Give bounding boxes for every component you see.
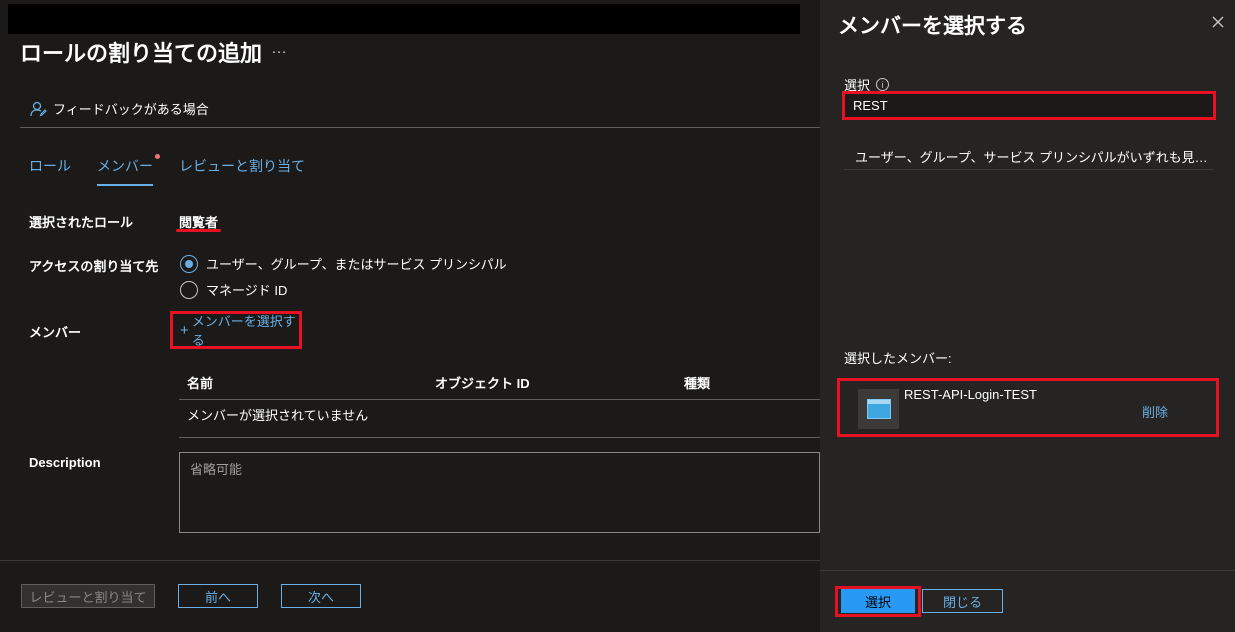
grid-bottom-divider	[179, 437, 820, 438]
feedback-person-icon	[30, 101, 47, 116]
description-label: Description	[29, 455, 101, 470]
redacted-breadcrumb	[8, 4, 800, 34]
radio-user-group-sp[interactable]: ユーザー、グループ、またはサービス プリンシパル	[180, 254, 507, 273]
tab-role[interactable]: ロール	[29, 156, 71, 186]
radio-managed-id-label: マネージド ID	[206, 283, 288, 298]
app-registration-icon	[858, 389, 899, 429]
radio-user-group-sp-label: ユーザー、グループ、またはサービス プリンシパル	[206, 257, 507, 272]
header-divider	[20, 127, 820, 128]
grid-header-name[interactable]: 名前	[187, 373, 213, 392]
tab-members-label: メンバー	[97, 158, 153, 174]
page-title: ロールの割り当ての追加	[20, 41, 263, 66]
required-dot-icon	[155, 154, 160, 159]
radio-checked-icon	[180, 254, 198, 273]
panel-title: メンバーを選択する	[838, 15, 1027, 38]
no-result-message: ユーザー、グループ、サービス プリンシパルがいずれも見つかりませんでした。	[855, 150, 1213, 165]
selected-member-name: REST-API-Login-TEST	[904, 387, 1037, 402]
select-members-button[interactable]: + メンバーを選択する	[170, 311, 302, 349]
next-button[interactable]: 次へ	[281, 584, 361, 608]
role-highlight-underline	[176, 229, 221, 232]
tab-review-assign[interactable]: レビューと割り当て	[179, 156, 305, 186]
select-button[interactable]: 選択	[841, 589, 915, 613]
result-divider	[844, 169, 1214, 170]
tab-bar: ロール メンバー レビューと割り当て	[29, 154, 305, 186]
tab-members[interactable]: メンバー	[97, 154, 160, 186]
grid-header-divider	[179, 399, 820, 400]
radio-unchecked-icon	[180, 280, 198, 299]
selected-members-label: 選択したメンバー:	[844, 351, 952, 366]
previous-button[interactable]: 前へ	[178, 584, 258, 608]
info-icon[interactable]: i	[876, 78, 890, 91]
grid-header-object-id[interactable]: オブジェクト ID	[435, 373, 530, 392]
description-textarea[interactable]	[179, 452, 820, 533]
grid-empty-message: メンバーが選択されていません	[187, 408, 369, 423]
members-label: メンバー	[29, 325, 82, 340]
remove-member-button[interactable]: 削除	[1142, 402, 1168, 421]
select-members-label: メンバーを選択する	[191, 314, 296, 348]
more-options-icon[interactable]: …	[271, 40, 288, 58]
close-icon[interactable]	[1208, 12, 1228, 32]
plus-icon: +	[180, 321, 189, 339]
radio-managed-id[interactable]: マネージド ID	[180, 280, 287, 299]
feedback-link[interactable]: フィードバックがある場合	[29, 99, 209, 118]
feedback-label: フィードバックがある場合	[53, 102, 209, 117]
grid-header-type[interactable]: 種類	[684, 373, 710, 392]
footer-divider	[0, 560, 820, 561]
review-assign-button[interactable]: レビューと割り当て	[21, 584, 155, 608]
access-assign-label: アクセスの割り当て先	[29, 259, 159, 274]
panel-footer-divider	[820, 570, 1235, 571]
member-search-input[interactable]	[842, 91, 1216, 120]
selected-role-label: 選択されたロール	[29, 215, 134, 230]
close-button[interactable]: 閉じる	[922, 589, 1003, 613]
